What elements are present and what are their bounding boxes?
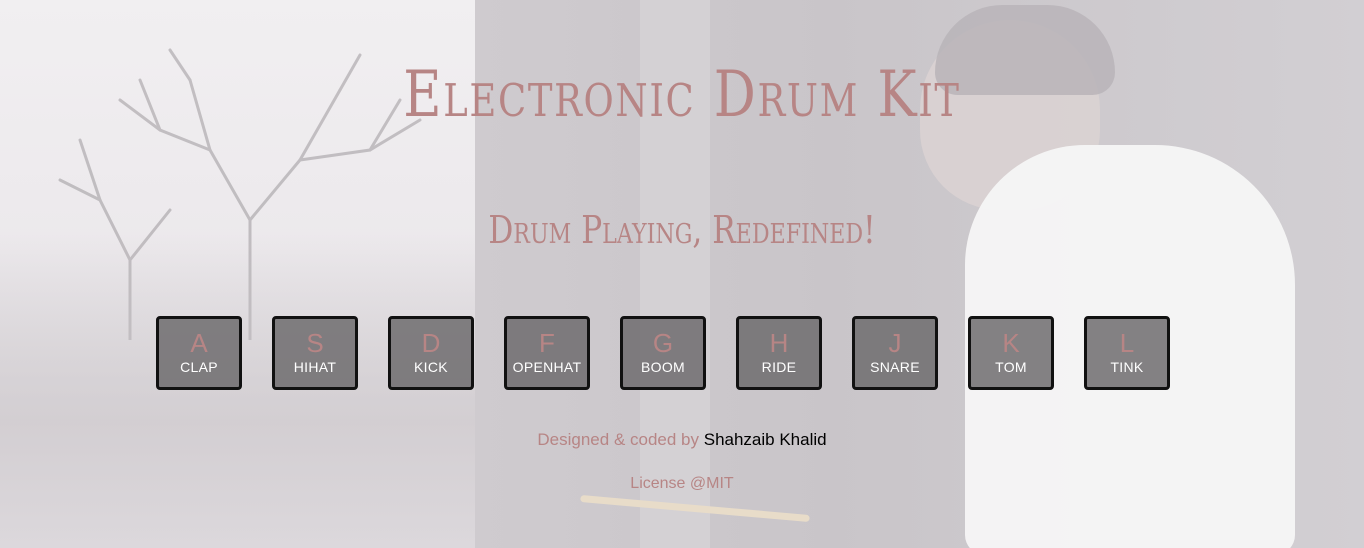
key-sound-label: BOOM [641, 359, 685, 375]
license-text: License @MIT [630, 475, 734, 492]
drum-key-tink[interactable]: L TINK [1084, 316, 1170, 390]
drum-key-tom[interactable]: K TOM [968, 316, 1054, 390]
key-letter: S [306, 328, 324, 358]
key-sound-label: TOM [995, 359, 1027, 375]
credit-prefix: Designed & coded by [537, 430, 699, 449]
key-letter: F [539, 328, 555, 358]
drum-key-openhat[interactable]: F OPENHAT [504, 316, 590, 390]
key-letter: K [1002, 328, 1020, 358]
drum-key-boom[interactable]: G BOOM [620, 316, 706, 390]
drum-key-hihat[interactable]: S HIHAT [272, 316, 358, 390]
author-link[interactable]: Shahzaib Khalid [704, 430, 827, 449]
key-sound-label: RIDE [761, 359, 797, 375]
drum-key-clap[interactable]: A CLAP [156, 316, 242, 390]
key-sound-label: CLAP [180, 359, 218, 375]
key-sound-label: TINK [1110, 359, 1144, 375]
key-letter: L [1119, 328, 1135, 358]
page-title: Electronic Drum Kit [403, 58, 961, 132]
key-letter: D [421, 328, 441, 358]
key-letter: G [652, 328, 674, 358]
main-content: Electronic Drum Kit Drum Playing, Redefi… [0, 0, 1364, 548]
drum-key-kick[interactable]: D KICK [388, 316, 474, 390]
page-subtitle: Drum Playing, Redefined! [488, 208, 876, 252]
key-sound-label: KICK [414, 359, 448, 375]
credit-line: Designed & coded by Shahzaib Khalid [0, 430, 1364, 450]
key-letter: H [769, 328, 789, 358]
key-sound-label: SNARE [870, 359, 920, 375]
drum-keys: A CLAP S HIHAT D KICK F OPENHAT G BOOM H… [156, 316, 1170, 390]
drum-key-ride[interactable]: H RIDE [736, 316, 822, 390]
key-sound-label: OPENHAT [512, 359, 582, 375]
key-letter: J [888, 328, 902, 358]
key-sound-label: HIHAT [293, 359, 337, 375]
key-letter: A [190, 328, 208, 358]
drum-key-snare[interactable]: J SNARE [852, 316, 938, 390]
